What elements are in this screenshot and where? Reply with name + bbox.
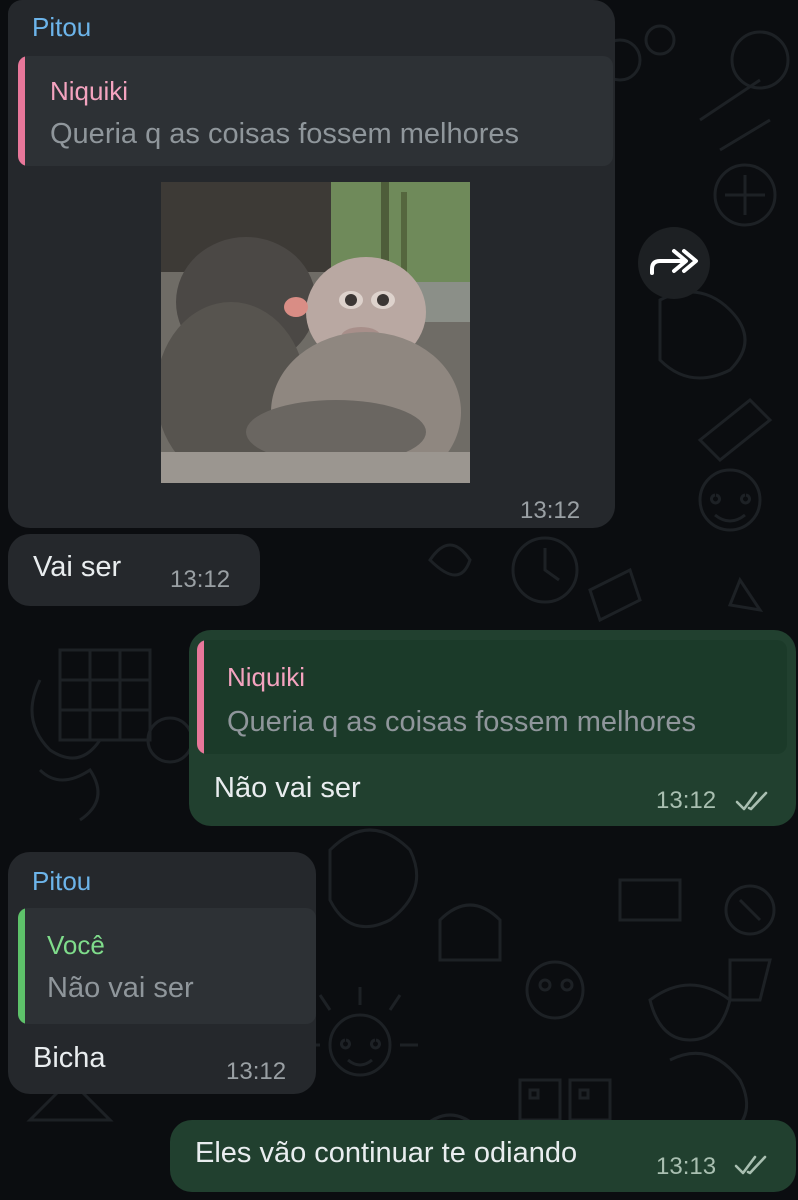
message-bubble[interactable]: Pitou Niquiki Queria q as coisas fossem … [8, 0, 615, 528]
message-time: 13:12 [226, 1058, 287, 1085]
reply-text: Queria q as coisas fossem melhores [227, 706, 697, 738]
forward-icon [650, 249, 698, 275]
double-check-icon [735, 791, 768, 811]
message-time: 13:12 [656, 787, 717, 814]
reply-accent-bar [18, 908, 25, 1024]
message-time: 13:13 [656, 1153, 717, 1180]
message-text: Vai ser [33, 551, 122, 583]
reply-author: Niquiki [50, 76, 129, 106]
message-time: 13:12 [170, 566, 231, 593]
message-text: Bicha [33, 1042, 106, 1074]
message-text: Eles vão continuar te odiando [195, 1137, 578, 1169]
reply-quote[interactable]: Niquiki Queria q as coisas fossem melhor… [197, 640, 787, 754]
message-bubble[interactable]: Vai ser 13:12 [8, 534, 260, 606]
sender-name[interactable]: Pitou [32, 12, 91, 43]
message-bubble[interactable]: Pitou Você Não vai ser Bicha 13:12 [8, 852, 316, 1094]
reply-accent-bar [197, 640, 204, 754]
reply-author: Niquiki [227, 662, 306, 692]
message-bubble-outgoing[interactable]: Eles vão continuar te odiando 13:13 [170, 1120, 796, 1192]
message-bubble-outgoing[interactable]: Niquiki Queria q as coisas fossem melhor… [189, 630, 796, 826]
reply-quote[interactable]: Você Não vai ser [18, 908, 316, 1024]
forward-button[interactable] [638, 227, 710, 299]
sticker-image[interactable] [161, 182, 470, 483]
message-text: Não vai ser [214, 772, 361, 804]
double-check-icon [734, 1155, 767, 1175]
message-time: 13:12 [520, 497, 581, 524]
reply-quote[interactable]: Niquiki Queria q as coisas fossem melhor… [18, 56, 613, 166]
reply-text: Não vai ser [47, 972, 194, 1004]
sender-name[interactable]: Pitou [32, 866, 91, 897]
reply-text: Queria q as coisas fossem melhores [50, 118, 520, 150]
reply-author: Você [47, 930, 105, 960]
reply-accent-bar [18, 56, 25, 166]
